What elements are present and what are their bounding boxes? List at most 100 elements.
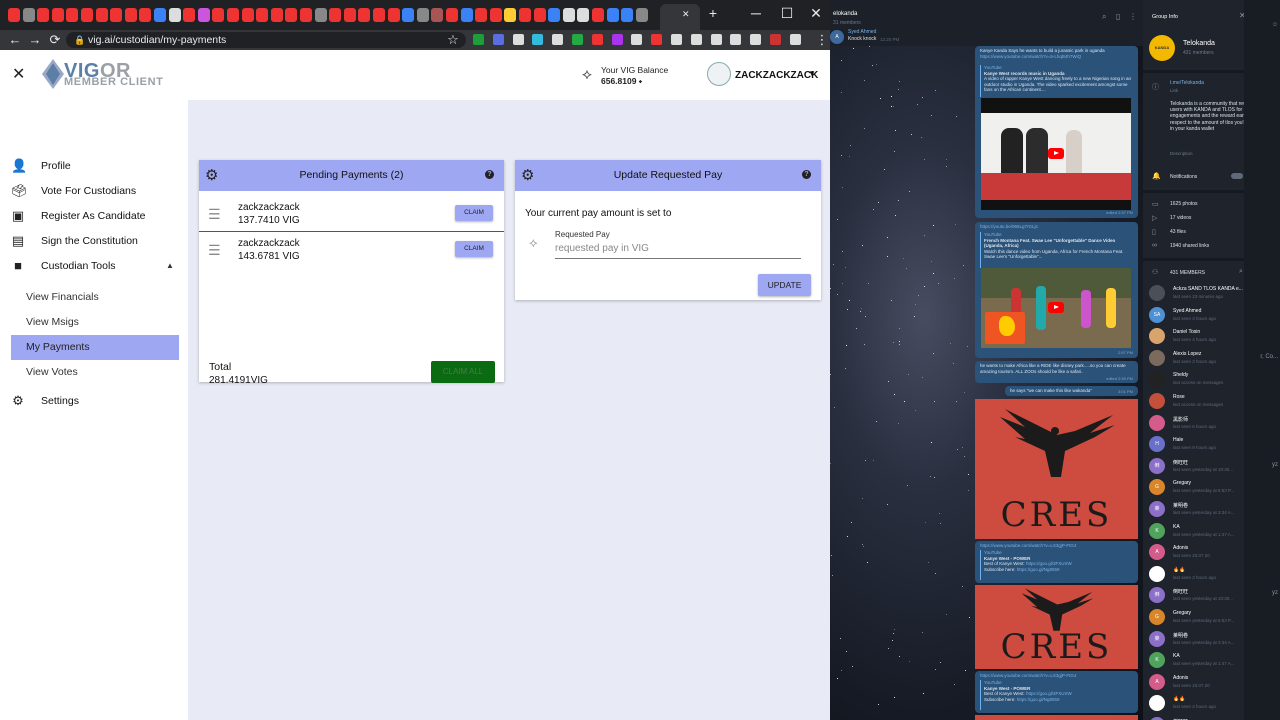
notifications-toggle[interactable] [1231, 173, 1243, 179]
search-icon[interactable]: ⌕ [1239, 268, 1243, 276]
tab-favicon[interactable] [314, 8, 327, 22]
tab-favicon[interactable] [504, 8, 517, 22]
extension-icon[interactable] [611, 34, 623, 45]
user-avatar[interactable] [707, 62, 731, 86]
tab-favicon[interactable] [402, 8, 415, 22]
extension-icon[interactable] [532, 34, 544, 45]
sidebar-sub-my-payments[interactable]: My Payments [11, 335, 179, 360]
tab-favicon[interactable] [416, 8, 429, 22]
message-bubble[interactable]: Kanye Kanda Says he wants to build a jur… [975, 46, 1138, 218]
pinned-text[interactable]: Knock knock [848, 36, 876, 42]
tab-close-icon[interactable]: ✕ [682, 9, 690, 20]
tab-favicon[interactable] [183, 8, 196, 22]
extension-icon[interactable] [631, 34, 643, 45]
group-link[interactable]: t.me/Telokanda [1170, 80, 1204, 86]
extension-icon[interactable] [552, 34, 564, 45]
poster-image[interactable]: CRES [975, 585, 1138, 669]
tab-favicon[interactable] [124, 8, 137, 22]
help-icon[interactable]: ? [802, 170, 811, 179]
tab-favicon[interactable] [373, 8, 385, 22]
extension-icon[interactable] [690, 34, 702, 45]
tab-favicon[interactable] [548, 8, 561, 22]
sidebar-item-vote[interactable]: 🗳 Vote For Custodians [0, 180, 188, 205]
tab-favicon[interactable] [329, 8, 342, 22]
poster-image[interactable]: CRES [975, 399, 1138, 539]
more-icon[interactable]: ⋮ [1129, 12, 1137, 21]
tab-favicon[interactable] [168, 8, 181, 22]
tab-favicon[interactable] [460, 8, 473, 22]
browser-menu-icon[interactable]: ⋮ [812, 30, 830, 50]
tab-favicon[interactable] [592, 8, 604, 22]
tab-favicon[interactable] [154, 8, 166, 22]
sidebar-item-profile[interactable]: 👤 Profile [0, 155, 188, 180]
extension-icon[interactable] [710, 34, 722, 45]
sidebar-sub-view-financials[interactable]: View Financials [11, 285, 179, 310]
username[interactable]: ZACKZACKZACK [735, 70, 818, 81]
extension-icon[interactable] [492, 34, 504, 45]
address-bar[interactable]: 🔒 vig.ai/custodian/my-payments [66, 32, 466, 48]
extension-icon[interactable] [651, 34, 663, 45]
extension-icon[interactable] [789, 34, 801, 45]
extension-icon[interactable] [770, 34, 781, 45]
message-link[interactable]: https://www.youtube.com/watch?v=LS3gjP-F… [980, 673, 1076, 679]
tab-favicon[interactable] [212, 8, 225, 22]
tab-favicon[interactable] [489, 8, 502, 22]
claim-button[interactable]: CLAIM [455, 241, 493, 257]
tab-favicon[interactable] [197, 8, 210, 22]
tab-favicon[interactable] [621, 8, 634, 22]
preview-link[interactable]: https://goo.gl/3FXUXW [1026, 691, 1072, 696]
preview-link[interactable]: https://goo.gl/Ng8559 [1017, 567, 1060, 572]
help-icon[interactable]: ? [485, 170, 494, 179]
claim-all-button[interactable]: CLAIM ALL [431, 361, 495, 383]
tab-favicon[interactable] [606, 8, 619, 22]
tab-favicon[interactable] [22, 8, 35, 22]
sidebar-item-constitution[interactable]: ▤ Sign the Constitution [0, 230, 188, 255]
tab-favicon[interactable] [519, 8, 531, 22]
tab-favicon[interactable] [562, 8, 575, 22]
preview-link[interactable]: https://goo.gl/Ng8559 [1017, 697, 1060, 702]
tab-favicon[interactable] [387, 8, 400, 22]
message-bubble[interactable]: he says "we can make this like wakanda" … [1005, 386, 1138, 396]
tab-favicon[interactable] [300, 8, 312, 22]
sidebar-item-settings[interactable]: ⚙ Settings [0, 390, 188, 415]
tab-favicon[interactable] [110, 8, 123, 22]
extension-icon[interactable] [591, 34, 603, 45]
tab-favicon[interactable] [577, 8, 590, 22]
tab-favicon[interactable] [66, 8, 79, 22]
close-drawer-icon[interactable]: ✕ [12, 64, 25, 84]
message-bubble[interactable]: https://www.youtube.com/watch?v=LS3gjP-F… [975, 541, 1138, 583]
youtube-play-icon[interactable] [1048, 148, 1064, 159]
tab-favicon[interactable] [37, 8, 50, 22]
extension-icon[interactable] [750, 34, 762, 45]
forward-arrow-icon[interactable]: → [25, 30, 45, 50]
tab-favicon[interactable] [635, 8, 648, 22]
extension-icon[interactable] [512, 34, 524, 45]
tab-favicon[interactable] [256, 8, 269, 22]
tab-favicon[interactable] [431, 8, 444, 22]
chevron-down-icon[interactable]: ▼ [808, 69, 816, 78]
tab-favicon[interactable] [358, 8, 371, 22]
message-link[interactable]: https://youtu.be/066Lg7rGLjs [980, 224, 1038, 230]
claim-button[interactable]: CLAIM [455, 205, 493, 221]
message-bubble[interactable]: https://youtu.be/066Lg7rGLjs YouTube Fre… [975, 222, 1138, 358]
tab-favicon[interactable] [139, 8, 152, 22]
tab-favicon[interactable] [270, 8, 283, 22]
extension-icon[interactable] [671, 34, 682, 45]
tab-favicon[interactable] [8, 8, 20, 22]
tab-favicon[interactable] [343, 8, 356, 22]
reload-icon[interactable]: ⟳ [45, 30, 65, 50]
minimize-button[interactable]: ─ [740, 2, 772, 24]
new-tab-button[interactable]: + [697, 2, 729, 24]
sidebar-item-register[interactable]: ▣ Register As Candidate [0, 205, 188, 230]
update-button[interactable]: UPDATE [758, 274, 811, 296]
search-icon[interactable]: ⌕ [1102, 12, 1106, 22]
requested-pay-input[interactable]: requested pay in VIG [555, 243, 801, 259]
tab-favicon[interactable] [51, 8, 64, 22]
video-thumbnail[interactable] [981, 98, 1131, 210]
preview-link[interactable]: https://goo.gl/3FXUXW [1026, 561, 1072, 566]
message-link[interactable]: https://www.youtube.com/watch?v=LS3gjP-F… [980, 543, 1076, 549]
video-thumbnail[interactable] [981, 268, 1131, 348]
tab-favicon[interactable] [285, 8, 298, 22]
sidebar-toggle-icon[interactable]: ▯ [1116, 12, 1120, 21]
message-bubble[interactable]: he wants to make Africa like a RIDE like… [975, 361, 1138, 383]
